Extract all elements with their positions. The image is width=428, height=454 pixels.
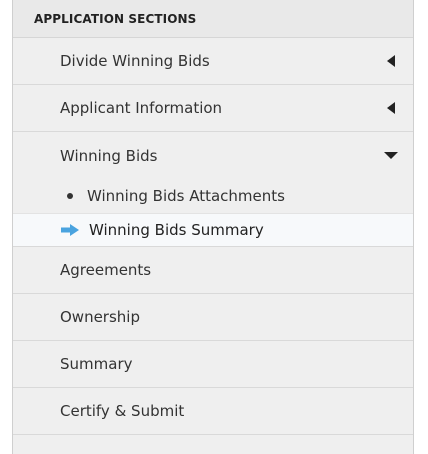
nav-subitem-label: Winning Bids Attachments — [87, 187, 285, 205]
caret-left-icon[interactable] — [383, 100, 399, 116]
nav-item-winning-bids[interactable]: Winning Bids — [13, 132, 413, 179]
caret-down-icon[interactable] — [383, 148, 399, 164]
application-sections-nav: APPLICATION SECTIONS Divide Winning Bids… — [12, 0, 414, 454]
caret-left-icon[interactable] — [383, 53, 399, 69]
nav-subitem-winning-bids-summary[interactable]: Winning Bids Summary — [13, 213, 413, 247]
arrow-right-icon — [61, 224, 79, 236]
nav-item-label: Winning Bids — [60, 146, 158, 165]
nav-item-label: Agreements — [60, 261, 152, 279]
nav-item-agreements[interactable]: Agreements — [13, 247, 413, 294]
nav-item-label: Applicant Information — [60, 99, 223, 117]
nav-subitem-label: Winning Bids Summary — [89, 221, 264, 239]
nav-item-ownership[interactable]: Ownership — [13, 294, 413, 341]
nav-item-summary[interactable]: Summary — [13, 341, 413, 388]
nav-item-divide-winning-bids[interactable]: Divide Winning Bids — [13, 38, 413, 85]
nav-header: APPLICATION SECTIONS — [13, 0, 413, 38]
bullet-icon — [67, 193, 73, 199]
nav-item-label: Certify & Submit — [60, 402, 185, 420]
nav-subitem-winning-bids-attachments[interactable]: Winning Bids Attachments — [13, 179, 413, 213]
nav-item-label: Divide Winning Bids — [60, 52, 210, 70]
nav-item-applicant-information[interactable]: Applicant Information — [13, 85, 413, 132]
nav-item-label: Summary — [60, 355, 133, 373]
nav-item-certify-submit[interactable]: Certify & Submit — [13, 388, 413, 435]
nav-item-label: Ownership — [60, 308, 140, 326]
